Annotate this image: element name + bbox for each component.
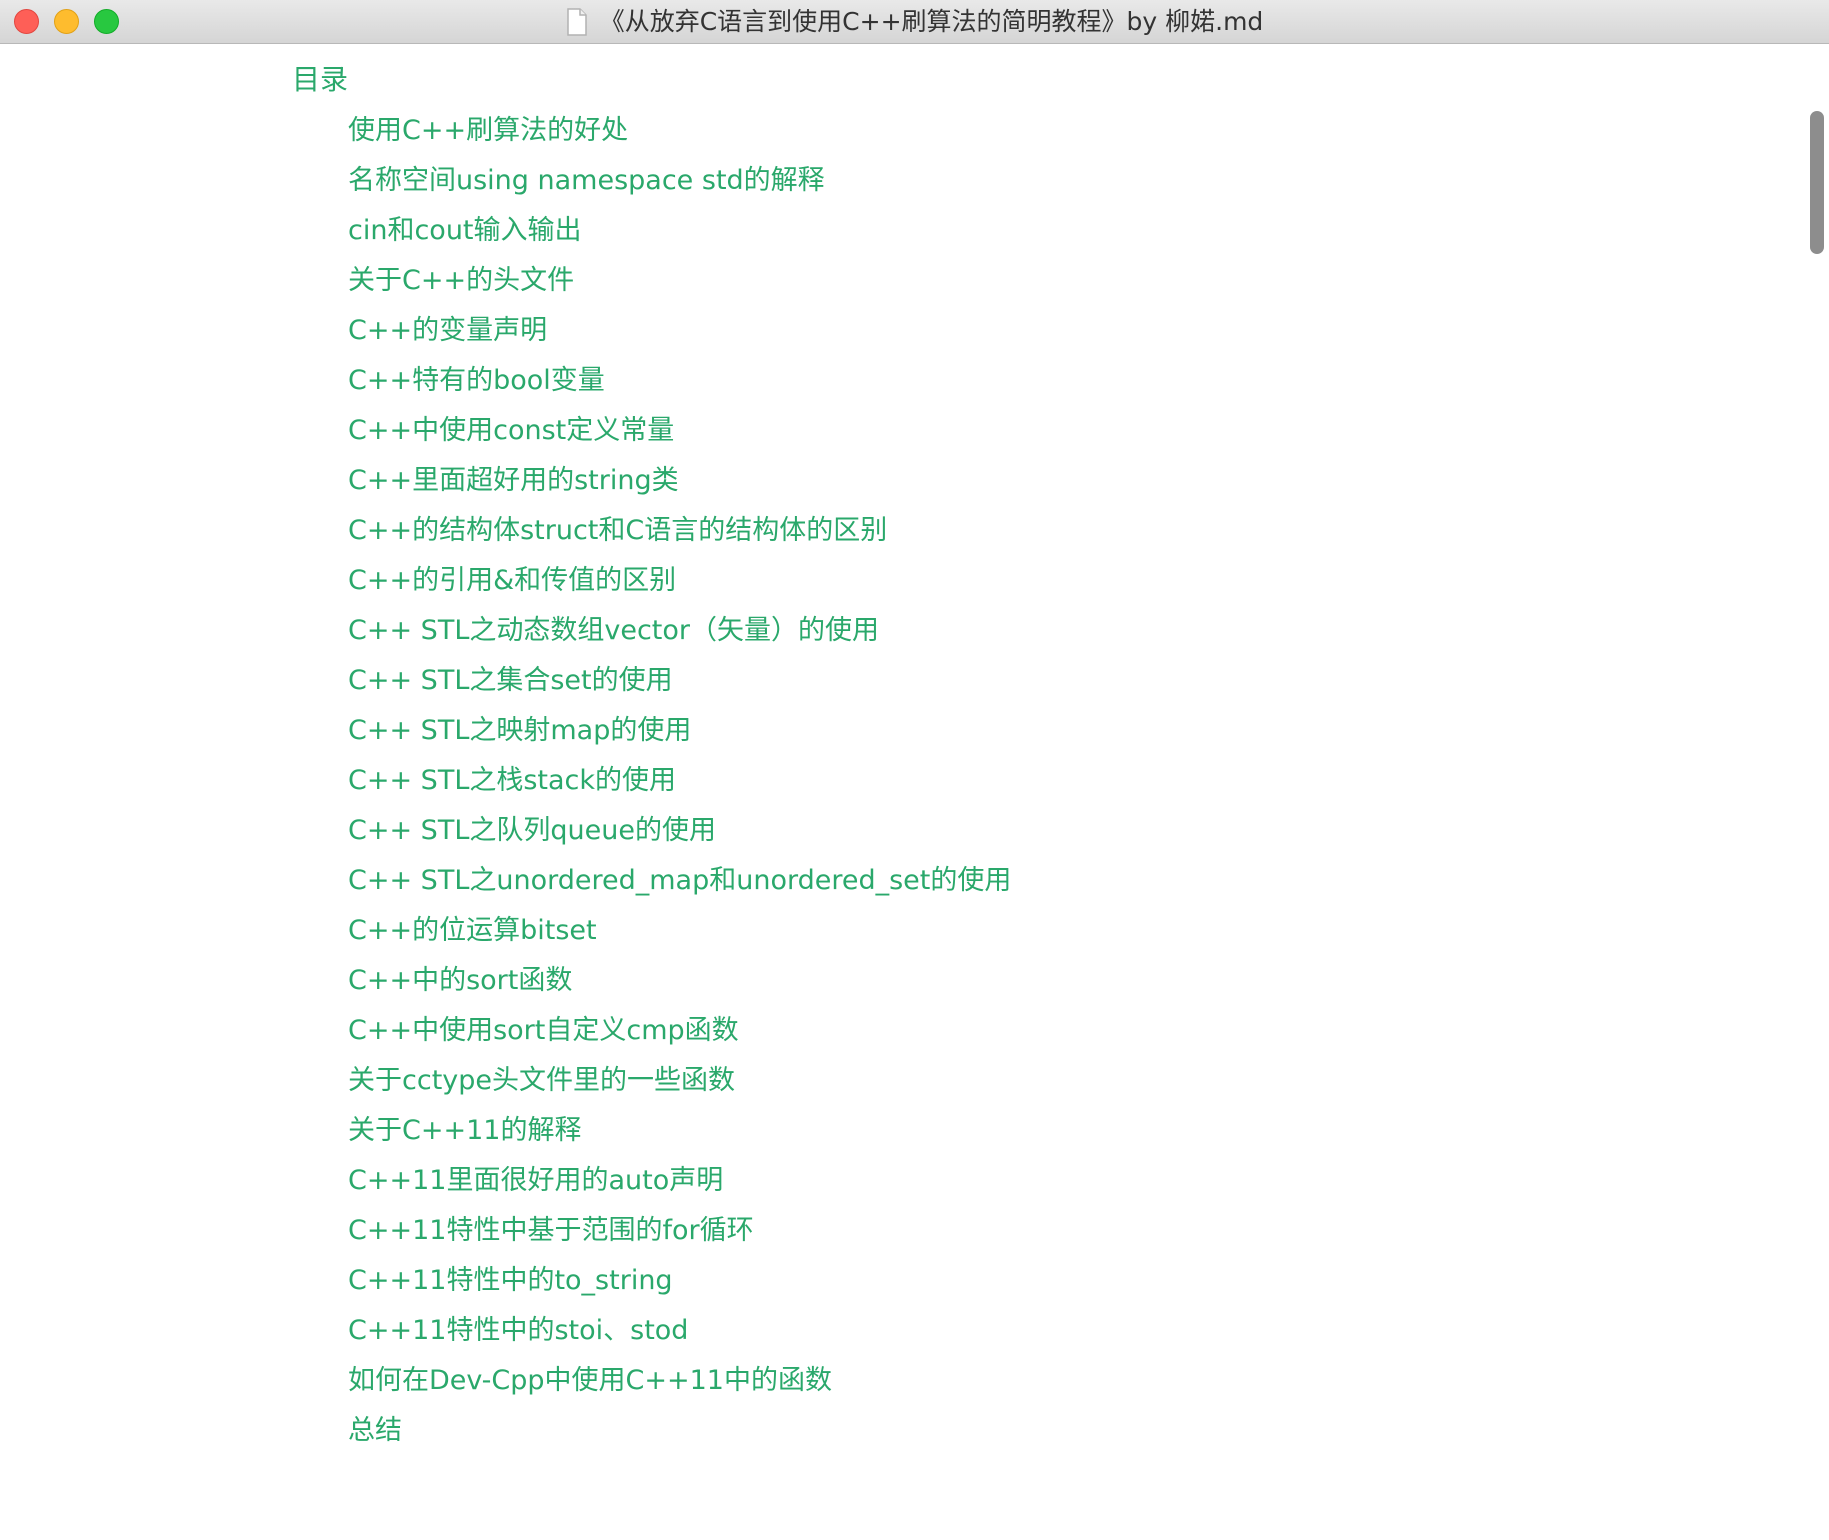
toc-link[interactable]: 关于C++11的解释 xyxy=(348,1106,1011,1156)
toc-link[interactable]: C++ STL之队列queue的使用 xyxy=(348,806,1011,856)
toc-link[interactable]: C++里面超好用的string类 xyxy=(348,456,1011,506)
document-content[interactable]: 目录 使用C++刷算法的好处 名称空间using namespace std的解… xyxy=(0,44,1829,1540)
toc-link[interactable]: 关于C++的头文件 xyxy=(348,256,1011,306)
close-icon[interactable] xyxy=(14,9,39,34)
minimize-icon[interactable] xyxy=(54,9,79,34)
toc-link[interactable]: C++ STL之动态数组vector（矢量）的使用 xyxy=(348,606,1011,656)
toc-link[interactable]: C++的结构体struct和C语言的结构体的区别 xyxy=(348,506,1011,556)
zoom-icon[interactable] xyxy=(94,9,119,34)
toc-link[interactable]: C++中的sort函数 xyxy=(348,956,1011,1006)
toc-link[interactable]: C++ STL之栈stack的使用 xyxy=(348,756,1011,806)
toc-link[interactable]: 总结 xyxy=(348,1406,1011,1456)
title-area: 《从放弃C语言到使用C++刷算法的简明教程》by 柳婼.md xyxy=(0,0,1829,44)
toc-link[interactable]: 使用C++刷算法的好处 xyxy=(348,106,1011,156)
toc-link[interactable]: 关于cctype头文件里的一些函数 xyxy=(348,1056,1011,1106)
table-of-contents-heading[interactable]: 目录 xyxy=(292,60,348,100)
markdown-window: 《从放弃C语言到使用C++刷算法的简明教程》by 柳婼.md 目录 使用C++刷… xyxy=(0,0,1829,1540)
toc-link[interactable]: C++的位运算bitset xyxy=(348,906,1011,956)
toc-link[interactable]: 名称空间using namespace std的解释 xyxy=(348,156,1011,206)
toc-link[interactable]: C++的引用&和传值的区别 xyxy=(348,556,1011,606)
vertical-scrollbar[interactable] xyxy=(1810,111,1824,254)
toc-link[interactable]: C++ STL之集合set的使用 xyxy=(348,656,1011,706)
toc-link[interactable]: C++中使用const定义常量 xyxy=(348,406,1011,456)
table-of-contents-list: 使用C++刷算法的好处 名称空间using namespace std的解释 c… xyxy=(348,106,1011,1456)
document-icon xyxy=(566,8,587,36)
toc-link[interactable]: C++11特性中的stoi、stod xyxy=(348,1306,1011,1356)
toc-link[interactable]: C++11特性中的to_string xyxy=(348,1256,1011,1306)
toc-link[interactable]: C++ STL之映射map的使用 xyxy=(348,706,1011,756)
toc-link[interactable]: C++特有的bool变量 xyxy=(348,356,1011,406)
toc-link[interactable]: C++11里面很好用的auto声明 xyxy=(348,1156,1011,1206)
toc-link[interactable]: 如何在Dev-Cpp中使用C++11中的函数 xyxy=(348,1356,1011,1406)
toc-link[interactable]: C++的变量声明 xyxy=(348,306,1011,356)
window-titlebar[interactable]: 《从放弃C语言到使用C++刷算法的简明教程》by 柳婼.md xyxy=(0,0,1829,44)
toc-link[interactable]: C++ STL之unordered_map和unordered_set的使用 xyxy=(348,856,1011,906)
toc-link[interactable]: C++中使用sort自定义cmp函数 xyxy=(348,1006,1011,1056)
window-title: 《从放弃C语言到使用C++刷算法的简明教程》by 柳婼.md xyxy=(599,7,1264,36)
toc-link[interactable]: cin和cout输入输出 xyxy=(348,206,1011,256)
toc-link[interactable]: C++11特性中基于范围的for循环 xyxy=(348,1206,1011,1256)
